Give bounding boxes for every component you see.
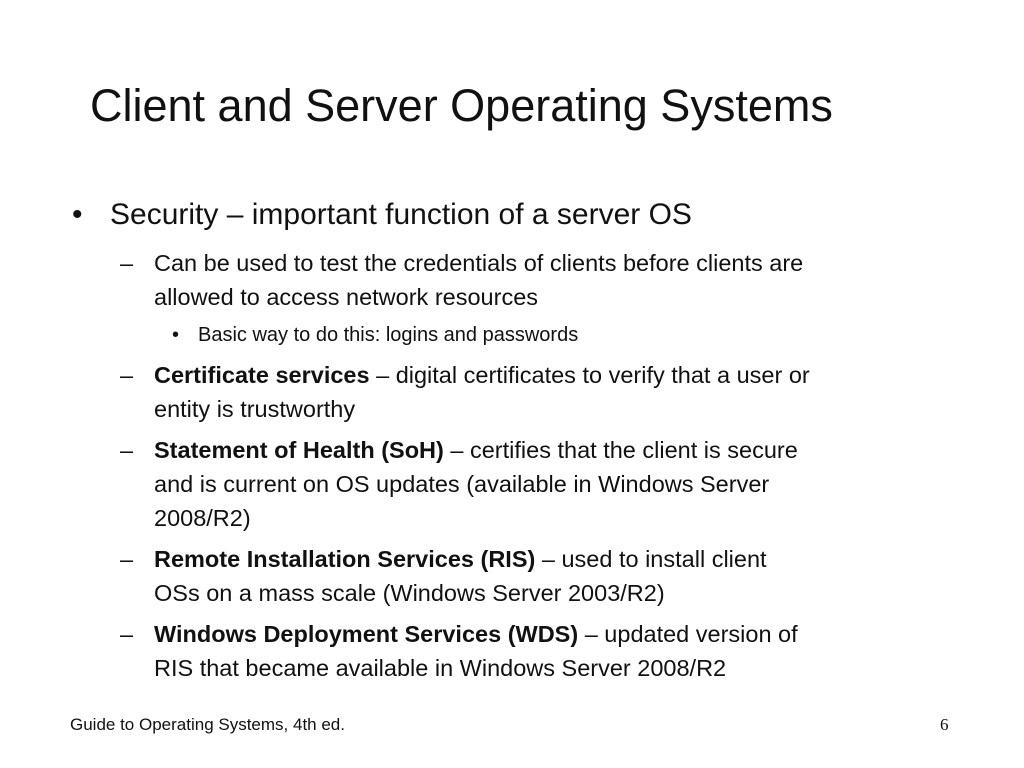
text-line: allowed to access network resources (154, 284, 539, 310)
text-line: OSs on a mass scale (Windows Server 2003… (154, 580, 665, 606)
slide-title: Client and Server Operating Systems (90, 80, 833, 131)
sub-bullet-mark: – (120, 437, 134, 463)
bullet-text: Security – important function of a serve… (110, 198, 692, 231)
text-line: RIS that became available in Windows Ser… (154, 655, 727, 681)
footer-page-number: 6 (940, 715, 949, 734)
sub-bullet-text: Windows Deployment Services (WDS) – upda… (154, 617, 798, 685)
sub-bullet-mark: – (120, 250, 134, 276)
sub-bullet-text: Remote Installation Services (RIS) – use… (154, 542, 767, 610)
bullet-mark: • (72, 198, 83, 231)
term-description: – used to install client (535, 546, 767, 572)
text-line: 2008/R2) (154, 505, 251, 531)
sub-bullet-mark: – (120, 362, 134, 388)
text-line: and is current on OS updates (available … (154, 471, 770, 497)
term-label: Statement of Health (SoH) (154, 437, 444, 463)
text-line: entity is trustworthy (154, 396, 356, 422)
text-line: Windows Deployment Services (WDS) – upda… (154, 617, 798, 651)
sub-sub-bullet-text: Basic way to do this: logins and passwor… (198, 324, 579, 346)
bullet-mark: • (172, 324, 180, 346)
sub-bullet-mark: – (120, 621, 134, 647)
sub-bullet-mark: – (120, 546, 134, 572)
term-description: – digital certificates to verify that a … (369, 362, 810, 388)
text-line: Remote Installation Services (RIS) – use… (154, 542, 767, 576)
term-description: – updated version of (578, 621, 798, 647)
term-label: Certificate services (154, 362, 370, 388)
term-description: – certifies that the client is secure (443, 437, 798, 463)
text-line: Statement of Health (SoH) – certifies th… (154, 433, 798, 467)
term-label: Remote Installation Services (RIS) (154, 546, 536, 572)
sub-bullet-text: Certificate services – digital certifica… (154, 358, 810, 426)
footer-book-title: Guide to Operating Systems, 4th ed. (70, 715, 345, 734)
term-label: Windows Deployment Services (WDS) (154, 621, 579, 647)
sub-bullet-text: Statement of Health (SoH) – certifies th… (154, 433, 798, 535)
text-line: Certificate services – digital certifica… (154, 358, 810, 392)
sub-bullet-text: Can be used to test the credentials of c… (154, 246, 803, 314)
text-line: Can be used to test the credentials of c… (154, 250, 804, 276)
